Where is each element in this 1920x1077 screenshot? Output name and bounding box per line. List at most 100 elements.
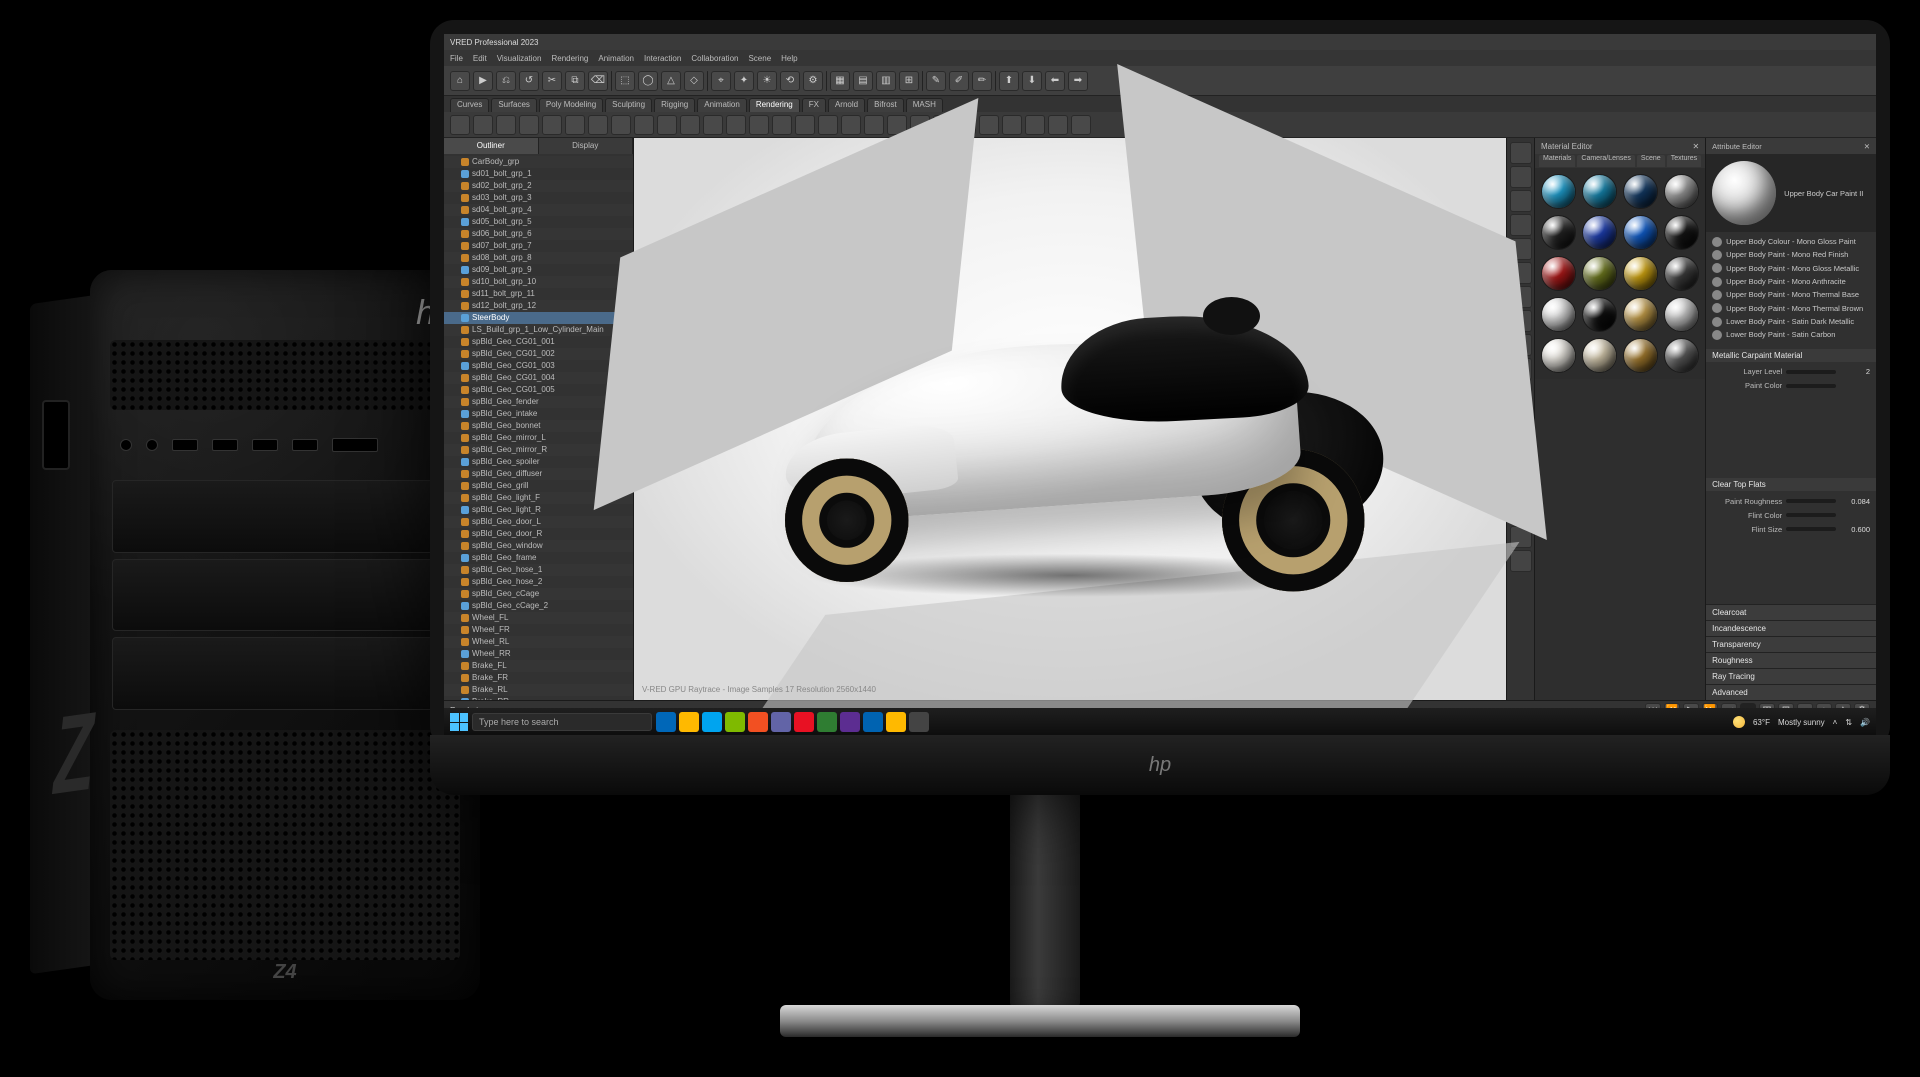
outliner-item[interactable]: spBld_Geo_cCage — [444, 588, 633, 600]
material-swatch[interactable] — [1664, 297, 1699, 332]
taskbar-app-icon[interactable] — [886, 712, 906, 732]
outliner-item[interactable]: spBld_Geo_cCage_2 — [444, 600, 633, 612]
attr-section-header[interactable]: Clear Top Flats — [1706, 478, 1876, 491]
toolbar-button[interactable]: ⎌ — [496, 71, 516, 91]
toolbar-button[interactable]: ↺ — [519, 71, 539, 91]
strip-material[interactable] — [1510, 190, 1532, 212]
menu-bar[interactable]: FileEditVisualizationRenderingAnimationI… — [444, 50, 1876, 66]
taskbar-app-icon[interactable] — [771, 712, 791, 732]
menu-animation[interactable]: Animation — [598, 54, 634, 63]
app-title-bar[interactable]: VRED Professional 2023 — [444, 34, 1876, 50]
outliner-item[interactable]: spBld_Geo_hose_1 — [444, 564, 633, 576]
shelf-tab-rendering[interactable]: Rendering — [749, 98, 800, 112]
outliner-item[interactable]: sd05_bolt_grp_5 — [444, 216, 633, 228]
shelf-button[interactable] — [864, 115, 884, 135]
toolbar-button[interactable]: ✦ — [734, 71, 754, 91]
menu-rendering[interactable]: Rendering — [551, 54, 588, 63]
menu-scene[interactable]: Scene — [748, 54, 771, 63]
toolbar-button[interactable]: ⊞ — [899, 71, 919, 91]
toolbar-button[interactable]: ⧉ — [565, 71, 585, 91]
strip-cut[interactable] — [1510, 550, 1532, 572]
chevron-up-icon[interactable]: ˄ — [1833, 718, 1838, 727]
menu-help[interactable]: Help — [781, 54, 797, 63]
outliner-item[interactable]: Wheel_RR — [444, 648, 633, 660]
toolbar-button[interactable]: ⌫ — [588, 71, 608, 91]
outliner-item[interactable]: Wheel_RL — [444, 636, 633, 648]
outliner-item[interactable]: spBld_Geo_CG01_002 — [444, 348, 633, 360]
taskbar-pinned-apps[interactable] — [656, 712, 929, 732]
attr-collapsed-sections[interactable]: ClearcoatIncandescenceTransparencyRoughn… — [1706, 604, 1876, 700]
toolbar-button[interactable]: ▦ — [830, 71, 850, 91]
menu-edit[interactable]: Edit — [473, 54, 487, 63]
toolbar-button[interactable]: ➡ — [1068, 71, 1088, 91]
taskbar-app-icon[interactable] — [817, 712, 837, 732]
outliner-item[interactable]: spBld_Geo_CG01_001 — [444, 336, 633, 348]
strip-scenemgr[interactable] — [1510, 142, 1532, 164]
slider-row[interactable]: Flint Size0.600 — [1712, 523, 1870, 535]
collapsed-section[interactable]: Roughness — [1706, 652, 1876, 668]
assignment-row[interactable]: Upper Body Paint - Mono Thermal Base — [1712, 289, 1870, 300]
shelf-button[interactable] — [450, 115, 470, 135]
taskbar-app-icon[interactable] — [794, 712, 814, 732]
slider-row[interactable]: Paint Roughness0.084 — [1712, 495, 1870, 507]
shelf-button[interactable] — [1025, 115, 1045, 135]
outliner-item[interactable]: sd03_bolt_grp_3 — [444, 192, 633, 204]
material-swatch[interactable] — [1582, 338, 1617, 373]
material-swatch[interactable] — [1541, 256, 1576, 291]
slider-row[interactable]: Layer Level2 — [1712, 366, 1870, 378]
toolbar-button[interactable]: ⟲ — [780, 71, 800, 91]
shelf-button[interactable] — [657, 115, 677, 135]
menu-visualization[interactable]: Visualization — [497, 54, 542, 63]
menu-file[interactable]: File — [450, 54, 463, 63]
shelf-tab-mash[interactable]: MASH — [906, 98, 943, 112]
shelf-button[interactable] — [818, 115, 838, 135]
viewport[interactable]: V-RED GPU Raytrace - Image Samples 17 Re… — [634, 138, 1506, 700]
sd-card-slot[interactable] — [332, 438, 378, 452]
slider-track[interactable] — [1786, 384, 1836, 388]
material-assignments[interactable]: Upper Body Colour - Mono Gloss PaintUppe… — [1706, 232, 1876, 345]
shelf-tab-fx[interactable]: FX — [802, 98, 826, 112]
collapsed-section[interactable]: Transparency — [1706, 636, 1876, 652]
taskbar-app-icon[interactable] — [909, 712, 929, 732]
hs-tab[interactable]: Textures — [1667, 155, 1701, 167]
close-icon[interactable]: ✕ — [1864, 142, 1870, 151]
outliner-item[interactable]: spBld_Geo_door_R — [444, 528, 633, 540]
power-button[interactable] — [120, 439, 132, 451]
outliner-item[interactable]: spBld_Geo_CG01_005 — [444, 384, 633, 396]
outliner-item[interactable]: Brake_RL — [444, 684, 633, 696]
shelf-button[interactable] — [1071, 115, 1091, 135]
toolbar-button[interactable]: △ — [661, 71, 681, 91]
usb-c-port[interactable] — [292, 439, 318, 451]
slider-track[interactable] — [1786, 513, 1836, 517]
shelf-button[interactable] — [519, 115, 539, 135]
assignment-row[interactable]: Lower Body Paint - Satin Dark Metallic — [1712, 316, 1870, 327]
assignment-row[interactable]: Upper Body Paint - Mono Red Finish — [1712, 249, 1870, 260]
shelf-button[interactable] — [703, 115, 723, 135]
shelf-tab-poly-modeling[interactable]: Poly Modeling — [539, 98, 603, 112]
toolbar-button[interactable]: ✏ — [972, 71, 992, 91]
hs-tab[interactable]: Scene — [1637, 155, 1665, 167]
outliner-item[interactable]: sd10_bolt_grp_10 — [444, 276, 633, 288]
material-swatch-grid[interactable] — [1535, 168, 1705, 379]
hs-tab[interactable]: Camera/Lenses — [1577, 155, 1634, 167]
material-swatch[interactable] — [1623, 297, 1658, 332]
shelf-tab-sculpting[interactable]: Sculpting — [605, 98, 652, 112]
shelf-button[interactable] — [772, 115, 792, 135]
outliner-item[interactable]: Wheel_FR — [444, 624, 633, 636]
strip-render[interactable] — [1510, 214, 1532, 236]
taskbar-tray[interactable]: 63°F Mostly sunny ˄ ⇅ 🔊 — [1733, 716, 1870, 728]
toolbar-button[interactable]: ⬇ — [1022, 71, 1042, 91]
toolbar-button[interactable]: ✎ — [926, 71, 946, 91]
wifi-icon[interactable]: ⇅ — [1845, 718, 1852, 727]
attr-section-header[interactable]: Metallic Carpaint Material — [1706, 349, 1876, 362]
taskbar-app-icon[interactable] — [840, 712, 860, 732]
outliner-item[interactable]: LS_Build_grp_1_Low_Cylinder_Main — [444, 324, 633, 336]
shelf-button[interactable] — [565, 115, 585, 135]
toolbar-button[interactable]: ◇ — [684, 71, 704, 91]
taskbar-app-icon[interactable] — [702, 712, 722, 732]
hs-tab[interactable]: Materials — [1539, 155, 1575, 167]
shelf-button[interactable] — [749, 115, 769, 135]
left-tab-outliner[interactable]: Outliner — [444, 138, 539, 154]
material-browser-tabs[interactable]: MaterialsCamera/LensesSceneTextures — [1535, 154, 1705, 168]
toolbar-button[interactable]: ▶ — [473, 71, 493, 91]
